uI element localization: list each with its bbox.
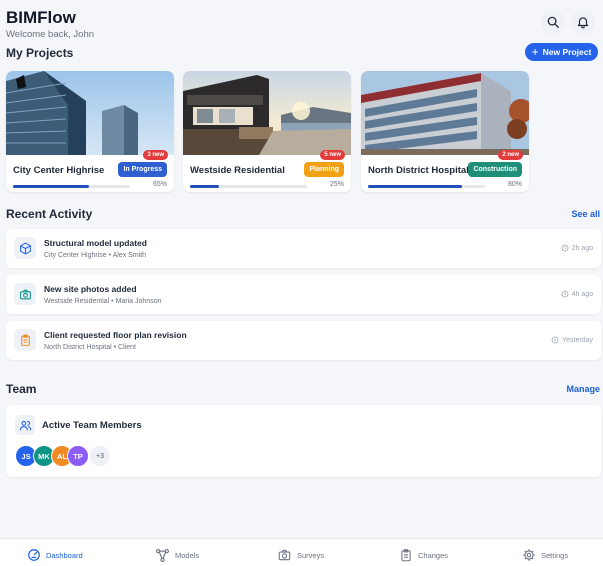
- gear-icon: [523, 549, 535, 561]
- clock-icon: [561, 290, 568, 298]
- nav-settings-label: Settings: [541, 550, 569, 560]
- app-root: BIMFlow Welcome back, John My Projects +…: [0, 0, 603, 566]
- avatar[interactable]: TP: [67, 445, 89, 467]
- bottom-nav: Dashboard Models Surveys Changes Setting…: [0, 538, 603, 566]
- welcome-text: Welcome back, John: [6, 29, 95, 40]
- new-count-badge: 2 new: [498, 150, 523, 160]
- activity-time: Yesterday: [551, 336, 593, 344]
- new-count-badge: 5 new: [320, 150, 345, 160]
- activity-item[interactable]: Client requested floor plan revision Nor…: [6, 321, 601, 360]
- progress-fill: [190, 185, 220, 188]
- project-card[interactable]: 3 new City Center Highrise In Progress 6…: [6, 71, 174, 192]
- progress-percent: 65%: [152, 181, 167, 188]
- nav-surveys-label: Surveys: [297, 550, 325, 560]
- bell-icon: [577, 17, 589, 29]
- progress-bar: [368, 185, 485, 188]
- models-icon: [156, 549, 169, 562]
- activity-subtitle: Westside Residential • Maria Johnson: [44, 298, 162, 305]
- users-icon: [15, 415, 35, 435]
- nav-surveys[interactable]: Surveys: [277, 548, 324, 562]
- activity-time-text: 4h ago: [571, 290, 593, 298]
- camera-icon: [278, 549, 291, 561]
- activity-title: Recent Activity: [6, 207, 93, 221]
- nav-models[interactable]: Models: [155, 548, 199, 563]
- activity-title: Client requested floor plan revision: [44, 330, 187, 340]
- progress-bar: [13, 185, 130, 188]
- nav-settings[interactable]: Settings: [522, 548, 568, 562]
- progress-percent: 25%: [329, 181, 344, 188]
- camera-icon: [14, 283, 36, 305]
- progress-percent: 80%: [507, 181, 522, 188]
- nav-models-label: Models: [175, 551, 200, 560]
- project-image: [361, 71, 529, 155]
- activity-title: Structural model updated: [44, 238, 147, 248]
- activity-subtitle: North District Hospital • Client: [44, 344, 136, 351]
- header: BIMFlow Welcome back, John: [6, 8, 595, 42]
- project-image: [183, 71, 351, 155]
- project-image: [6, 71, 174, 155]
- clock-icon: [551, 336, 559, 344]
- more-members-badge[interactable]: +3: [89, 445, 111, 467]
- nav-changes[interactable]: Changes: [399, 548, 448, 563]
- team-card-title: Active Team Members: [42, 420, 142, 431]
- project-name: City Center Highrise: [13, 165, 105, 176]
- status-badge: Planning: [304, 162, 344, 177]
- nav-changes-label: Changes: [418, 551, 449, 560]
- new-project-label: New Project: [542, 47, 592, 57]
- activity-item[interactable]: Structural model updated City Center Hig…: [6, 229, 601, 268]
- see-all-link[interactable]: See all: [571, 209, 600, 219]
- search-icon: [547, 16, 559, 28]
- project-name: Westside Residential: [190, 165, 285, 176]
- progress-fill: [13, 185, 90, 188]
- activity-time-text: 2h ago: [571, 244, 593, 252]
- activity-title: New site photos added: [44, 284, 137, 294]
- nav-dashboard-label: Dashboard: [46, 550, 83, 560]
- projects-title: My Projects: [6, 46, 74, 60]
- status-badge: In Progress: [118, 162, 167, 177]
- status-badge: Construction: [468, 162, 522, 177]
- activity-subtitle: City Center Highrise • Alex Smith: [44, 252, 147, 259]
- cube-icon: [14, 237, 36, 259]
- dashboard-icon: [28, 549, 40, 561]
- plus-icon: +: [531, 45, 539, 59]
- clipboard-icon: [14, 329, 36, 351]
- nav-dashboard[interactable]: Dashboard: [27, 548, 83, 562]
- progress-bar: [190, 185, 307, 188]
- progress-fill: [368, 185, 462, 188]
- team-card: Active Team Members JS MK AL TP +3: [6, 405, 601, 477]
- project-card[interactable]: 2 new North District Hospital Constructi…: [361, 71, 529, 192]
- search-button[interactable]: [541, 10, 565, 34]
- clipboard-icon: [401, 549, 411, 562]
- new-count-badge: 3 new: [143, 150, 168, 160]
- team-title: Team: [6, 382, 37, 396]
- new-project-button[interactable]: + New Project: [525, 43, 598, 61]
- project-card[interactable]: 5 new Westside Residential Planning 25%: [183, 71, 351, 192]
- activity-time: 4h ago: [561, 290, 593, 298]
- clock-icon: [561, 244, 568, 252]
- app-title: BIMFlow: [6, 8, 76, 27]
- project-name: North District Hospital: [368, 165, 469, 176]
- activity-item[interactable]: New site photos added Westside Residenti…: [6, 275, 601, 314]
- activity-time-text: Yesterday: [562, 336, 593, 344]
- activity-time: 2h ago: [561, 244, 593, 252]
- notifications-button[interactable]: [571, 10, 595, 34]
- manage-link[interactable]: Manage: [566, 384, 600, 394]
